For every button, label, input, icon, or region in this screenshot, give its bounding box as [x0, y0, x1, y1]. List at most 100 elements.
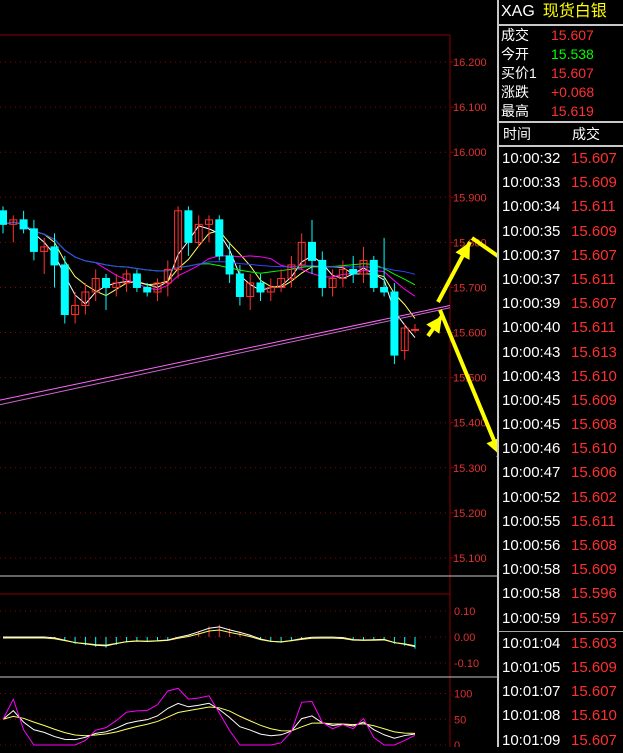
tick-price: 15.607 [571, 150, 617, 167]
kdj-d-line [2, 706, 416, 737]
candle[interactable] [390, 282, 399, 365]
candle[interactable] [194, 215, 203, 247]
candle-body [215, 219, 224, 257]
candle[interactable] [112, 273, 121, 297]
price-tick-label: 16.100 [453, 102, 487, 114]
candle-body [50, 246, 59, 266]
tick-row[interactable]: 10:00:56 15.608 [499, 534, 623, 558]
tick-row[interactable]: 10:01:05 15.609 [499, 656, 623, 680]
tick-row[interactable]: 10:00:58 15.609 [499, 558, 623, 582]
candle[interactable] [40, 237, 49, 274]
tick-row[interactable]: 10:00:52 15.602 [499, 486, 623, 510]
candle[interactable] [266, 278, 275, 301]
candle[interactable] [359, 246, 368, 283]
candle-body [225, 255, 234, 275]
macd-tick-label: -0.10 [454, 658, 479, 670]
candle[interactable] [225, 242, 234, 283]
candle-body [29, 228, 38, 252]
tick-row[interactable]: 10:01:04 15.603 [499, 632, 623, 656]
tick-row[interactable]: 10:01:08 15.610 [499, 704, 623, 728]
quote-label: 最高 [501, 103, 529, 119]
quote-label: 成交 [501, 27, 529, 43]
candle-body [60, 264, 69, 316]
candle[interactable] [349, 255, 358, 283]
tick-price: 15.607 [571, 295, 617, 313]
tick-list[interactable]: 10:00:32 15.607 10:00:33 15.609 10:00:34 15.6… [499, 147, 623, 753]
price-tick-label: 15.200 [453, 508, 487, 520]
tick-price: 15.610 [571, 440, 617, 458]
tick-row[interactable]: 10:00:47 15.606 [499, 461, 623, 485]
candle-body [390, 291, 399, 356]
tick-row[interactable]: 10:00:35 15.609 [499, 220, 623, 244]
candle[interactable] [328, 269, 337, 297]
tick-row[interactable]: 10:00:37 15.611 [499, 268, 623, 292]
candles[interactable] [0, 206, 419, 365]
tick-price: 15.607 [571, 731, 617, 749]
candle[interactable] [132, 269, 141, 292]
candle[interactable] [297, 233, 306, 270]
price-tick-label: 15.100 [453, 553, 487, 565]
macd-panel: 0.10 0.00 -0.10 [0, 606, 479, 670]
candle[interactable] [60, 255, 69, 324]
tick-row[interactable]: 10:00:43 15.613 [499, 341, 623, 365]
tick-row[interactable]: 10:00:45 15.609 [499, 389, 623, 413]
candle[interactable] [215, 215, 224, 261]
tick-row[interactable]: 10:00:43 15.610 [499, 365, 623, 389]
tick-row[interactable]: 10:01:09 15.607 [499, 729, 623, 753]
tick-time: 10:00:45 [502, 416, 561, 434]
price-tick-label: 16.200 [453, 57, 487, 69]
candle[interactable] [29, 219, 38, 261]
tick-row[interactable]: 10:00:37 15.607 [499, 244, 623, 268]
kdj-k-line [2, 702, 416, 741]
tick-row[interactable]: 10:00:46 15.610 [499, 437, 623, 461]
candle[interactable] [318, 251, 327, 297]
tick-row[interactable]: 10:00:45 15.608 [499, 413, 623, 437]
tick-row[interactable]: 10:00:32 15.607 [499, 147, 623, 171]
trend-line [0, 307, 451, 406]
tick-price: 15.608 [571, 416, 617, 434]
candle-body [318, 259, 327, 288]
candle[interactable] [81, 282, 90, 315]
candle[interactable] [246, 273, 255, 311]
tick-row[interactable]: 10:01:07 15.607 [499, 680, 623, 704]
candle[interactable] [0, 206, 7, 234]
candle[interactable] [19, 210, 28, 234]
candle[interactable] [277, 269, 286, 292]
candle-body [102, 277, 110, 288]
tick-time: 10:01:05 [502, 658, 561, 676]
tick-row[interactable]: 10:00:33 15.609 [499, 171, 623, 195]
candle[interactable] [184, 206, 193, 256]
candle[interactable] [400, 323, 409, 360]
symbol-header: XAG 现货白银 [499, 0, 623, 24]
tick-price: 15.606 [571, 464, 617, 482]
tick-price: 15.611 [571, 270, 616, 288]
tick-time: 10:00:46 [502, 440, 561, 458]
candle-body [411, 328, 419, 331]
candle-body [19, 219, 28, 230]
kline-chart[interactable]: 16.20016.10016.00015.90015.80015.70015.6… [0, 0, 497, 747]
candle-body [256, 282, 265, 293]
tick-row[interactable]: 10:00:40 15.611 [499, 316, 623, 340]
candle[interactable] [9, 215, 18, 243]
candle[interactable] [91, 269, 100, 301]
candle[interactable] [411, 323, 419, 333]
tick-time: 10:00:55 [502, 512, 561, 530]
tick-row[interactable]: 10:00:55 15.611 [499, 510, 623, 534]
tick-row[interactable]: 10:00:34 15.611 [499, 195, 623, 219]
tick-time: 10:00:58 [502, 585, 561, 603]
price-tick-label: 15.400 [453, 418, 487, 430]
candle[interactable] [205, 215, 213, 243]
tick-time: 10:00:32 [502, 150, 561, 167]
price-tick-label: 15.700 [453, 282, 487, 294]
tick-row[interactable]: 10:00:58 15.596 [499, 582, 623, 606]
price-tick-label: 15.300 [453, 463, 487, 475]
candle[interactable] [256, 273, 265, 301]
tick-time: 10:00:43 [502, 343, 561, 361]
candle[interactable] [369, 255, 378, 292]
arrow-head [426, 316, 442, 334]
tick-row[interactable]: 10:00:59 15.597 [499, 607, 623, 632]
candle[interactable] [102, 273, 110, 311]
tick-row[interactable]: 10:00:39 15.607 [499, 292, 623, 316]
macd-tick-label: 0.00 [454, 632, 475, 644]
quote-value: +0.068 [551, 84, 595, 100]
